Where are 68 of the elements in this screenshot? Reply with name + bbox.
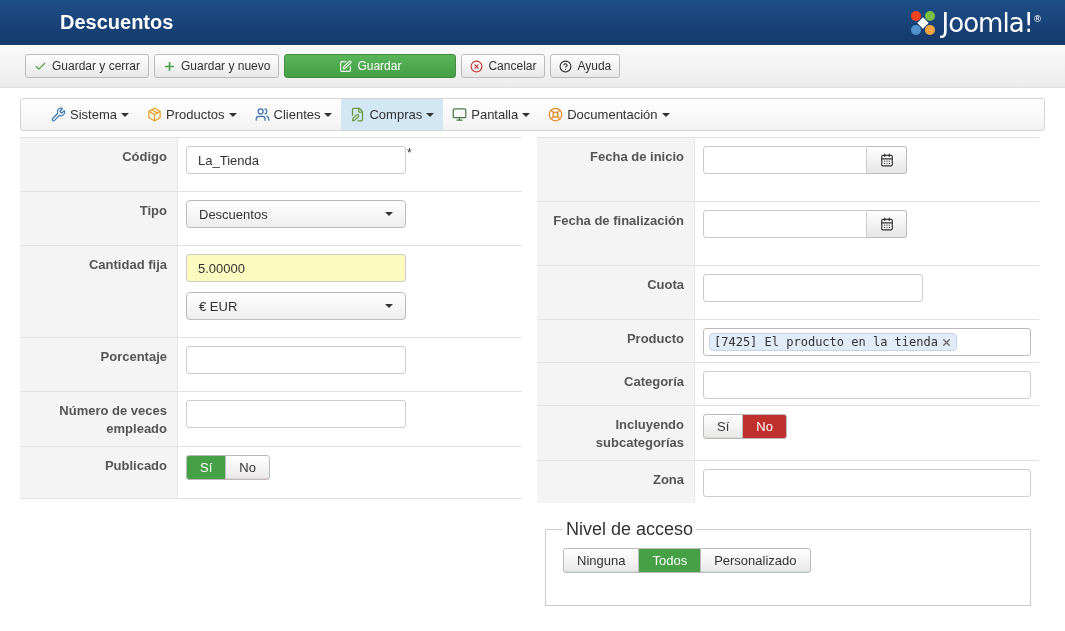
field-label: Fecha de finalización	[537, 202, 695, 265]
toggle-option[interactable]: No	[225, 455, 270, 480]
menu-item[interactable]: Pantalla	[443, 99, 540, 130]
close-circle-icon	[470, 59, 484, 73]
toggle-option[interactable]: Personalizado	[700, 548, 811, 573]
wrench-icon	[51, 107, 66, 122]
edit-icon	[339, 59, 353, 73]
document-edit-icon	[350, 107, 366, 122]
toolbar-button[interactable]: Guardar y cerrar	[25, 54, 150, 78]
field-label: Número de veces empleado	[20, 392, 178, 446]
tag-chip[interactable]: [7425] El producto en la tienda	[709, 333, 957, 351]
calendar-icon	[879, 153, 894, 167]
monitor-icon	[452, 107, 468, 122]
caret-icon	[661, 112, 670, 117]
users-icon	[254, 107, 270, 122]
caret-icon	[324, 112, 333, 117]
field-label: Producto	[537, 320, 695, 362]
toggle-option[interactable]: Ninguna	[563, 548, 640, 573]
text-field[interactable]: 5.00000	[186, 254, 406, 282]
menu-item[interactable]: Compras	[341, 99, 444, 130]
help-icon	[559, 59, 573, 73]
caret-icon	[228, 112, 237, 117]
menu-item[interactable]: Sistema	[42, 99, 138, 130]
date-field[interactable]	[703, 146, 867, 174]
menu-item[interactable]: Productos	[137, 99, 246, 130]
date-field[interactable]	[703, 210, 867, 238]
box-icon	[146, 107, 162, 122]
tag-field[interactable]: [7425] El producto en la tienda	[703, 328, 1031, 356]
text-field[interactable]	[703, 371, 1031, 399]
field-label: Código	[20, 138, 178, 191]
caret-icon	[385, 304, 393, 308]
lifebuoy-icon	[548, 107, 564, 122]
toggle-option[interactable]: Sí	[703, 414, 744, 439]
caret-icon	[385, 212, 393, 216]
field-label: Categoría	[537, 363, 695, 405]
calendar-button[interactable]	[867, 146, 907, 174]
field-label: Fecha de inicio	[537, 138, 695, 201]
calendar-icon	[879, 217, 894, 231]
toolbar-button[interactable]: Ayuda	[550, 54, 621, 78]
toolbar-button[interactable]: Cancelar	[461, 54, 546, 78]
text-field[interactable]	[703, 274, 923, 302]
caret-icon	[426, 112, 435, 117]
caret-icon	[120, 112, 129, 117]
logo-text: Joomla!$^{®}$	[941, 7, 1041, 38]
menu-item[interactable]: Clientes	[245, 99, 342, 130]
field-label: Publicado	[20, 447, 178, 498]
text-field[interactable]	[703, 469, 1031, 497]
field-label: Tipo	[20, 192, 178, 245]
select-field[interactable]: € EUR	[186, 292, 406, 320]
remove-icon[interactable]	[940, 336, 952, 348]
field-label: Cantidad fija	[20, 246, 178, 337]
calendar-button[interactable]	[867, 210, 907, 238]
plus-icon	[163, 59, 177, 73]
menu-item[interactable]: Documentación	[539, 99, 679, 130]
select-field[interactable]: Descuentos	[186, 200, 406, 228]
field-label: Porcentaje	[20, 338, 178, 391]
page-title: Descuentos	[60, 11, 174, 34]
text-field[interactable]: La_Tienda	[186, 146, 406, 174]
required-mark: *	[407, 146, 412, 160]
caret-icon	[522, 112, 531, 117]
text-field[interactable]	[186, 346, 406, 374]
text-field[interactable]	[186, 400, 406, 428]
field-label: Zona	[537, 461, 695, 503]
fieldset-legend: Nivel de acceso	[563, 519, 697, 540]
field-label: Incluyendo subcategorías	[537, 406, 695, 460]
toggle-option[interactable]: No	[742, 414, 787, 439]
field-label: Cuota	[537, 266, 695, 319]
toolbar-button[interactable]: Guardar y nuevo	[154, 54, 280, 78]
